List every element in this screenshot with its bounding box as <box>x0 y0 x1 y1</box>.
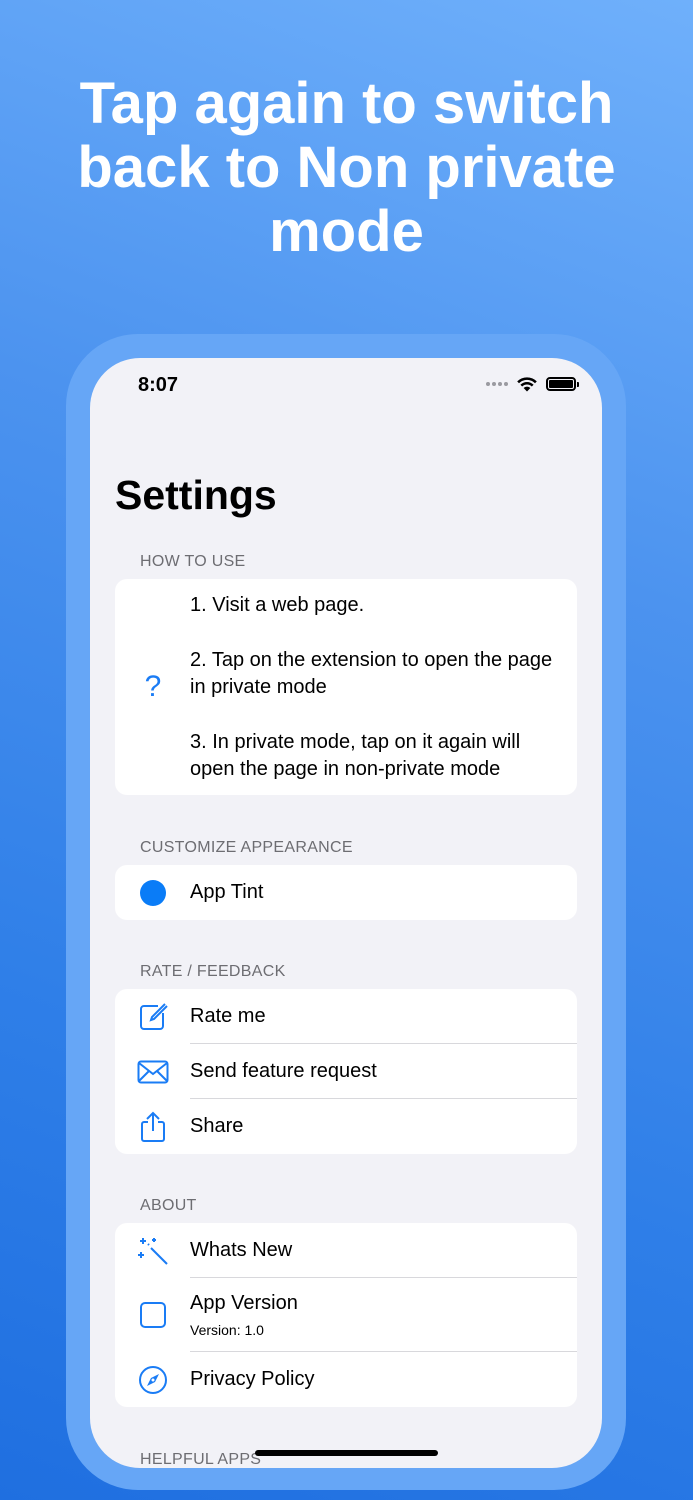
promo-headline: Tap again to switch back to Non private … <box>77 71 616 264</box>
section-header-about: ABOUT <box>140 1197 197 1214</box>
square-icon <box>137 1299 169 1331</box>
section-header-how-to-use: HOW TO USE <box>140 553 246 570</box>
customize-card: App Tint <box>115 865 577 920</box>
edit-icon <box>137 1001 169 1033</box>
home-indicator <box>255 1450 438 1456</box>
whats-new-row[interactable]: Whats New <box>115 1223 577 1278</box>
send-feature-request-label: Send feature request <box>190 1060 377 1082</box>
section-header-helpful-apps: HELPFUL APPS <box>140 1451 262 1468</box>
privacy-policy-label: Privacy Policy <box>190 1368 315 1390</box>
app-version-label: App Version <box>190 1292 298 1314</box>
share-row[interactable]: Share <box>115 1099 577 1154</box>
app-tint-row[interactable]: App Tint <box>115 865 577 920</box>
envelope-icon <box>137 1056 169 1088</box>
app-tint-label: App Tint <box>190 881 264 903</box>
compass-icon <box>137 1364 169 1396</box>
status-time: 8:07 <box>138 374 179 396</box>
sparkles-wand-icon <box>137 1235 169 1267</box>
rate-feedback-card: Rate me Send feature request Share <box>115 989 577 1154</box>
share-icon <box>137 1111 169 1143</box>
howto-step-3: 3. In private mode, tap on it again will… <box>190 731 521 780</box>
share-label: Share <box>190 1115 244 1137</box>
status-icons <box>486 376 579 392</box>
privacy-policy-row[interactable]: Privacy Policy <box>115 1352 577 1407</box>
about-card: Whats New App Version Version: 1.0 Priva <box>115 1223 577 1407</box>
rate-me-label: Rate me <box>190 1005 266 1027</box>
tint-color-dot-icon <box>137 877 169 909</box>
page-title: Settings <box>115 472 277 518</box>
wifi-icon <box>517 377 537 392</box>
app-version-row: App Version Version: 1.0 <box>115 1278 577 1352</box>
send-feature-request-row[interactable]: Send feature request <box>115 1044 577 1099</box>
battery-icon <box>546 377 579 391</box>
how-to-use-card: ? 1. Visit a web page. 2. Tap on the ext… <box>115 579 577 795</box>
whats-new-label: Whats New <box>190 1239 293 1261</box>
howto-step-2: 2. Tap on the extension to open the page… <box>190 649 553 698</box>
howto-step-1: 1. Visit a web page. <box>190 594 365 616</box>
cellular-signal-icon <box>486 382 508 386</box>
phone-screen: 8:07 Settings HOW TO USE ? 1. Visit a we… <box>90 358 602 1468</box>
app-version-value: Version: 1.0 <box>190 1322 264 1338</box>
rate-me-row[interactable]: Rate me <box>115 989 577 1044</box>
question-mark-icon: ? <box>144 670 162 703</box>
section-header-rate-feedback: RATE / FEEDBACK <box>140 963 286 980</box>
section-header-customize: CUSTOMIZE APPEARANCE <box>140 839 353 856</box>
